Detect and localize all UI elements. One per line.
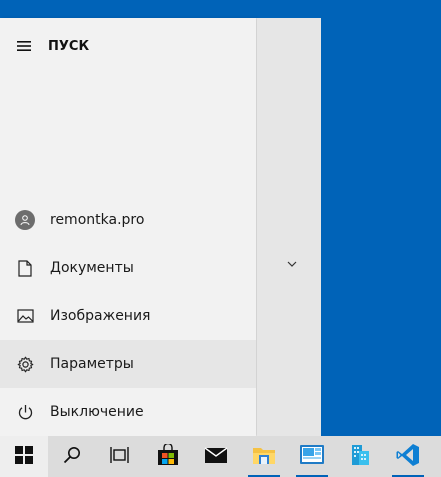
task-view-button[interactable] [96,436,144,477]
start-menu-list: remontka.pro Документы Изображения Парам… [0,196,256,436]
menu-item-pictures[interactable]: Изображения [0,292,256,340]
menu-item-label: Изображения [50,308,151,324]
document-icon [0,244,50,292]
search-icon [62,445,82,469]
start-button[interactable] [0,436,48,477]
file-explorer-icon [252,444,276,470]
menu-item-user[interactable]: remontka.pro [0,196,256,244]
menu-item-label: Выключение [50,404,144,420]
menu-item-power[interactable]: Выключение [0,388,256,436]
stack-app-button[interactable] [336,436,384,477]
file-explorer-button[interactable] [240,436,288,477]
vscode-button[interactable] [384,436,432,477]
app-icon [299,444,325,470]
app-button[interactable] [288,436,336,477]
hamburger-menu-icon[interactable] [0,28,48,64]
image-icon [0,292,50,340]
menu-item-label: Документы [50,260,134,276]
windows-logo-icon [15,445,33,468]
chevron-down-icon[interactable] [286,253,298,272]
power-icon [0,388,50,436]
search-button[interactable] [48,436,96,477]
vscode-icon [396,443,420,471]
mail-icon [204,446,228,468]
store-button[interactable] [144,436,192,477]
start-header: ПУСК [0,28,256,64]
menu-item-documents[interactable]: Документы [0,244,256,292]
user-avatar-icon [0,196,50,244]
start-menu-left-pane: ПУСК remontka.pro Документы Изображения … [0,18,256,436]
menu-item-label: remontka.pro [50,212,145,228]
mail-button[interactable] [192,436,240,477]
store-icon [157,442,179,470]
stack-app-icon [348,443,372,471]
taskbar [0,436,441,477]
start-title: ПУСК [48,38,90,54]
avatar [15,210,35,230]
menu-item-label: Параметры [50,356,134,372]
menu-item-settings[interactable]: Параметры [0,340,256,388]
tiles-area [257,18,321,436]
start-menu: ПУСК remontka.pro Документы Изображения … [0,18,321,436]
task-view-icon [110,446,130,468]
gear-icon [0,340,50,388]
